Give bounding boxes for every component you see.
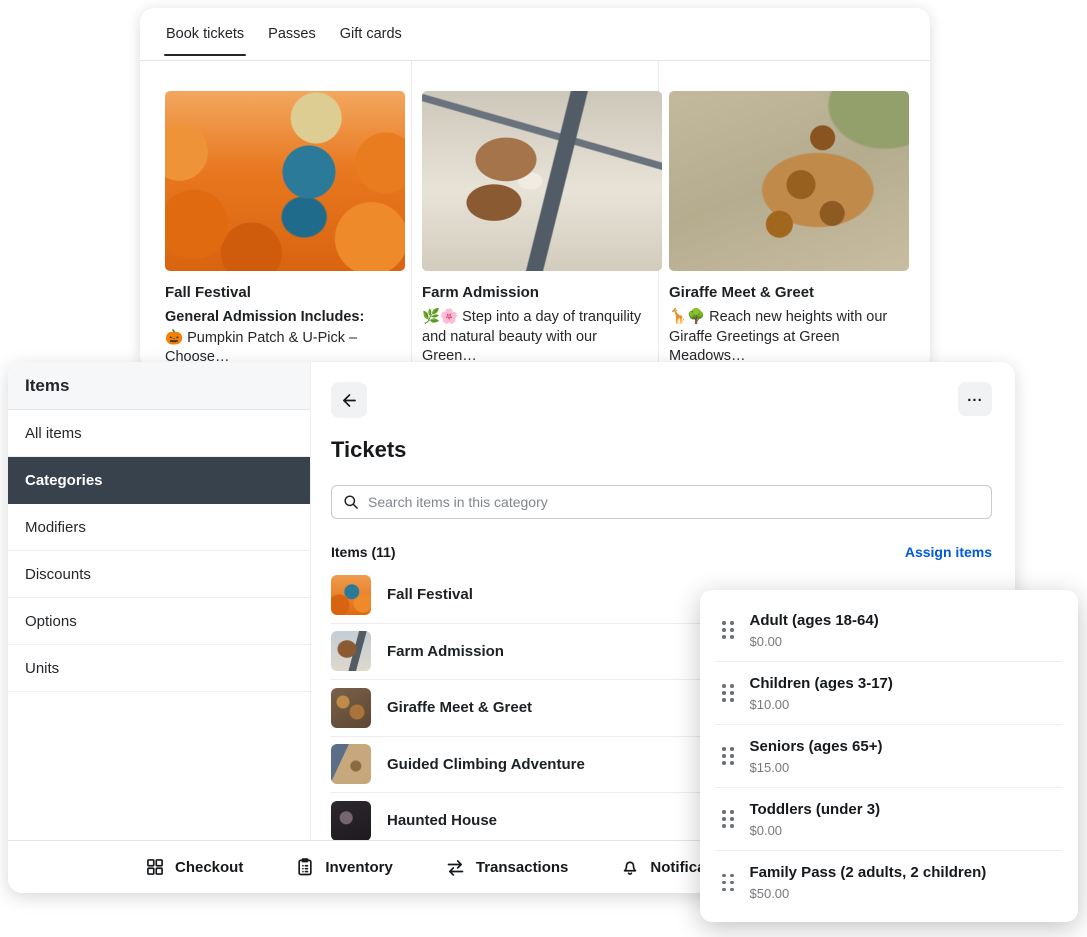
clipboard-icon <box>295 857 315 877</box>
ellipsis-icon: ... <box>967 388 983 405</box>
item-thumbnail <box>331 744 371 784</box>
item-thumbnail <box>331 688 371 728</box>
variation-row-seniors[interactable]: Seniors (ages 65+) $15.00 <box>715 725 1062 788</box>
drag-handle-icon[interactable] <box>722 621 734 639</box>
item-thumbnail <box>331 631 371 671</box>
booking-tab-bar: Book tickets Passes Gift cards <box>140 8 930 61</box>
nav-transactions[interactable]: Transactions <box>445 857 569 878</box>
card-title: Farm Admission <box>422 284 648 301</box>
card-fall-festival[interactable]: Fall Festival General Admission Includes… <box>165 61 412 370</box>
item-label: Fall Festival <box>387 586 473 603</box>
arrow-left-icon <box>340 391 359 410</box>
search-box <box>331 485 992 519</box>
sidebar-item-discounts[interactable]: Discounts <box>8 551 310 598</box>
drag-handle-icon[interactable] <box>722 874 734 892</box>
variation-price: $0.00 <box>750 634 879 649</box>
item-label: Guided Climbing Adventure <box>387 756 585 773</box>
variation-price: $15.00 <box>750 760 883 775</box>
grid-icon <box>145 857 165 877</box>
card-description: 🦒🌳 Reach new heights with our Giraffe Gr… <box>669 308 896 367</box>
card-title: Fall Festival <box>165 284 401 301</box>
items-count-label: Items (11) <box>331 544 396 560</box>
more-actions-button[interactable]: ... <box>958 382 992 416</box>
variation-name: Adult (ages 18-64) <box>750 612 879 630</box>
items-sidebar: Items All items Categories Modifiers Dis… <box>8 362 311 840</box>
page-title: Tickets <box>331 437 992 463</box>
card-giraffe-meet-greet[interactable]: Giraffe Meet & Greet 🦒🌳 Reach new height… <box>659 61 906 370</box>
card-farm-admission[interactable]: Farm Admission 🌿🌸 Step into a day of tra… <box>412 61 659 370</box>
variation-price: $50.00 <box>750 886 987 901</box>
variation-name: Children (ages 3-17) <box>750 675 893 693</box>
sidebar-title: Items <box>8 362 310 410</box>
card-subtitle: General Admission Includes: <box>165 308 401 328</box>
tab-passes[interactable]: Passes <box>268 8 316 60</box>
bell-icon <box>620 857 640 877</box>
search-input[interactable] <box>368 494 980 510</box>
item-label: Farm Admission <box>387 643 504 660</box>
tab-book-tickets[interactable]: Book tickets <box>166 8 244 60</box>
nav-label: Checkout <box>175 859 243 876</box>
drag-handle-icon[interactable] <box>722 810 734 828</box>
variation-name: Family Pass (2 adults, 2 children) <box>750 864 987 882</box>
item-label: Giraffe Meet & Greet <box>387 699 532 716</box>
variation-row-adult[interactable]: Adult (ages 18-64) $0.00 <box>715 599 1062 662</box>
nav-checkout[interactable]: Checkout <box>145 857 243 877</box>
variation-name: Toddlers (under 3) <box>750 801 881 819</box>
variation-price: $0.00 <box>750 823 881 838</box>
variation-name: Seniors (ages 65+) <box>750 738 883 756</box>
sidebar-item-options[interactable]: Options <box>8 598 310 645</box>
nav-label: Transactions <box>476 859 569 876</box>
drag-handle-icon[interactable] <box>722 684 734 702</box>
item-thumbnail <box>331 801 371 840</box>
giraffe-closeup-photo <box>669 91 909 271</box>
sidebar-item-units[interactable]: Units <box>8 645 310 692</box>
back-button[interactable] <box>331 382 367 418</box>
sidebar-item-all-items[interactable]: All items <box>8 410 310 457</box>
goat-at-fence-photo <box>422 91 662 271</box>
nav-label: Inventory <box>325 859 393 876</box>
variation-row-family-pass[interactable]: Family Pass (2 adults, 2 children) $50.0… <box>715 851 1062 914</box>
nav-inventory[interactable]: Inventory <box>295 857 393 877</box>
search-icon <box>343 494 359 510</box>
card-description: 🌿🌸 Step into a day of tranquility and na… <box>422 308 648 367</box>
transfer-arrows-icon <box>445 857 466 878</box>
variation-row-children[interactable]: Children (ages 3-17) $10.00 <box>715 662 1062 725</box>
variation-row-toddlers[interactable]: Toddlers (under 3) $0.00 <box>715 788 1062 851</box>
pumpkin-patch-girl-photo <box>165 91 405 271</box>
ticket-card-grid: Fall Festival General Admission Includes… <box>140 61 930 370</box>
sidebar-item-modifiers[interactable]: Modifiers <box>8 504 310 551</box>
card-title: Giraffe Meet & Greet <box>669 284 896 301</box>
assign-items-link[interactable]: Assign items <box>905 544 992 560</box>
sidebar-item-categories[interactable]: Categories <box>8 457 310 504</box>
booking-window: Book tickets Passes Gift cards Fall Fest… <box>140 8 930 370</box>
canvas: { "colors": { "accent_blue": "#005ae0", … <box>0 0 1087 937</box>
ticket-variations-panel: Adult (ages 18-64) $0.00 Children (ages … <box>700 590 1078 922</box>
item-label: Haunted House <box>387 812 497 829</box>
variation-price: $10.00 <box>750 697 893 712</box>
drag-handle-icon[interactable] <box>722 747 734 765</box>
item-thumbnail <box>331 575 371 615</box>
tab-gift-cards[interactable]: Gift cards <box>340 8 402 60</box>
